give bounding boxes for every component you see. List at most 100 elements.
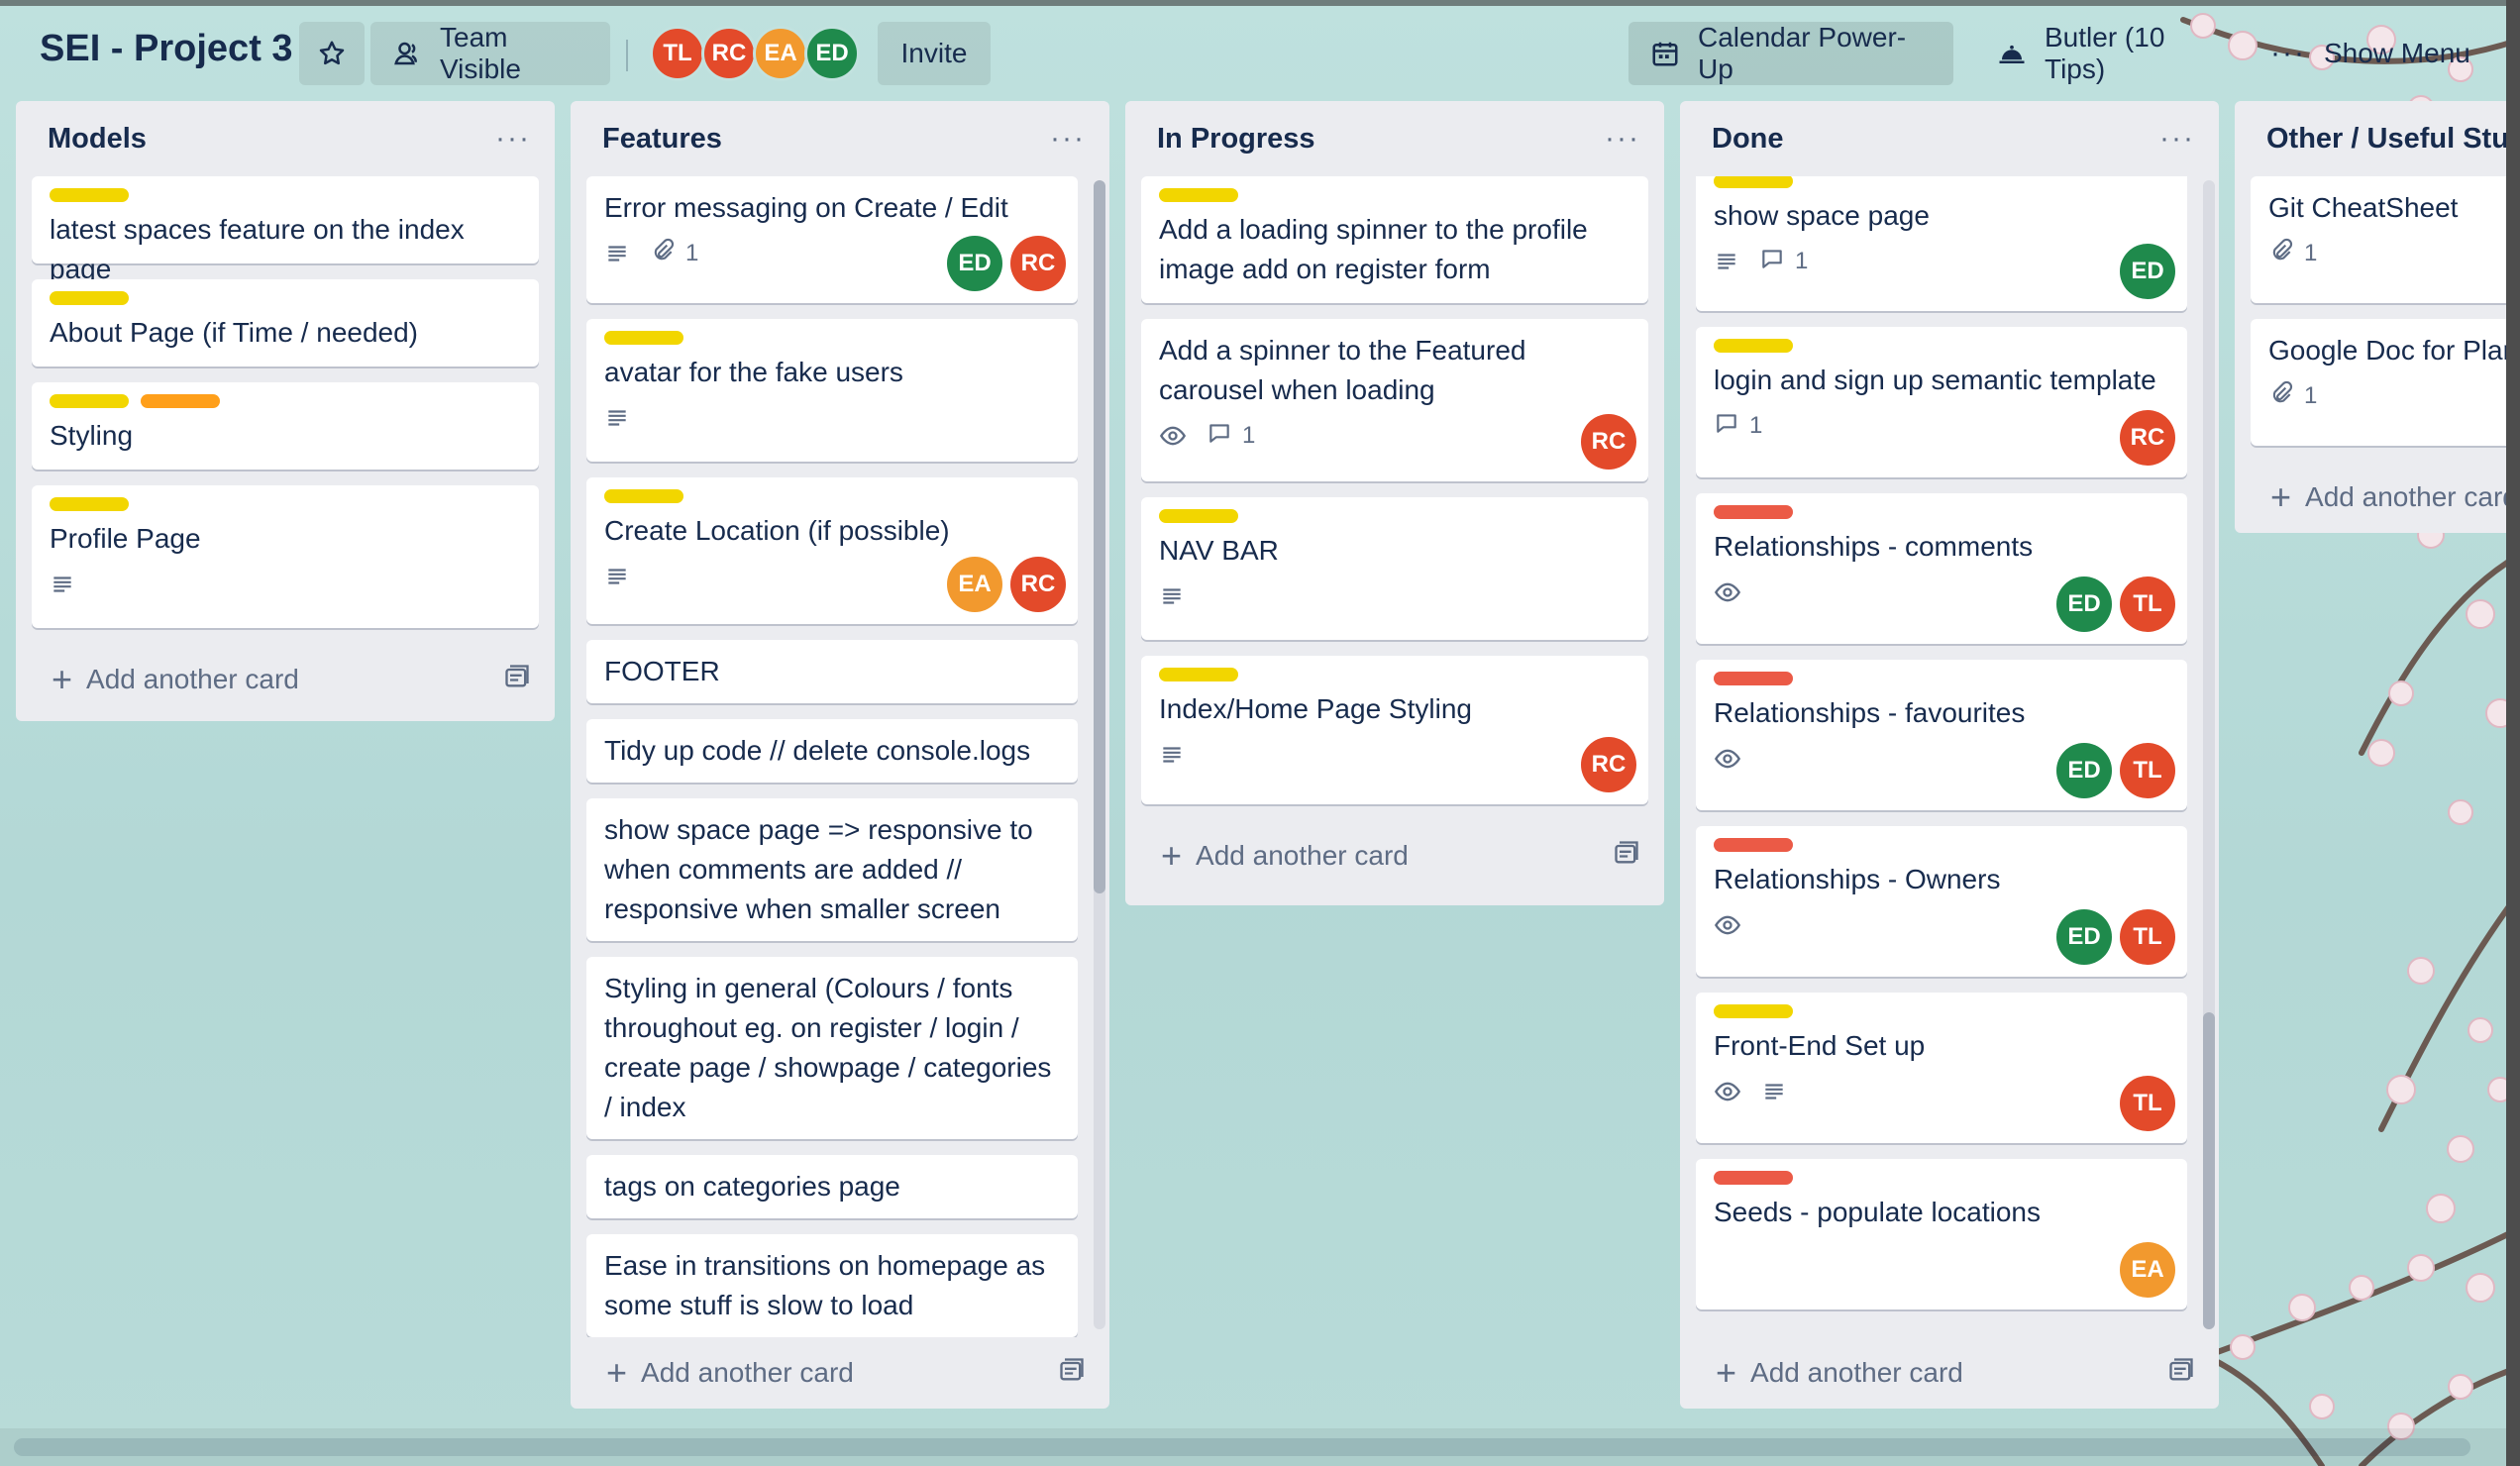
card-member-avatar[interactable]: RC (1581, 414, 1636, 470)
card[interactable]: Seeds - populate locations EA (1696, 1159, 2187, 1309)
list-scrollbar[interactable] (1094, 180, 1105, 1329)
card[interactable]: Relationships - comments ED TL (1696, 493, 2187, 644)
card[interactable]: Profile Page (32, 485, 539, 628)
card[interactable]: show space page => responsive to when co… (586, 798, 1078, 941)
member-avatar-rc[interactable]: RC (701, 26, 757, 81)
card-member-avatar[interactable]: RC (2120, 410, 2175, 466)
card-member-avatar[interactable]: RC (1010, 236, 1066, 291)
list-menu-icon[interactable]: ··· (495, 122, 531, 156)
list-title[interactable]: Models (48, 123, 147, 156)
card-member-avatar[interactable]: TL (2120, 576, 2175, 632)
team-icon (392, 39, 422, 68)
card-template-icon[interactable] (1613, 839, 1640, 874)
card-member-avatar[interactable]: RC (1581, 737, 1636, 792)
card[interactable]: FOOTER (586, 640, 1078, 703)
board-scrollbar-thumb[interactable] (14, 1438, 2470, 1456)
comment-icon (1759, 246, 1785, 278)
label-red (1714, 838, 1793, 852)
card[interactable]: Add a loading spinner to the profile ima… (1141, 176, 1648, 303)
list-title[interactable]: In Progress (1157, 123, 1315, 156)
card[interactable]: Front-End Set up TL (1696, 993, 2187, 1143)
show-menu-button[interactable]: ··· Show Menu (2249, 22, 2494, 85)
card[interactable]: Error messaging on Create / Edit 1 ED RC (586, 176, 1078, 303)
description-icon (1159, 583, 1185, 609)
card[interactable]: Index/Home Page Styling RC (1141, 656, 1648, 804)
card[interactable]: Google Doc for Planning 1 (2251, 319, 2506, 446)
add-card-button[interactable]: + Add another card (2235, 462, 2506, 533)
description-icon (1761, 1079, 1787, 1104)
invite-button[interactable]: Invite (878, 22, 991, 85)
window-right-edge (2506, 0, 2520, 1466)
list-title[interactable]: Features (602, 123, 722, 156)
add-card-button[interactable]: + Add another card (1680, 1337, 2219, 1409)
card-member-avatar[interactable]: ED (2120, 244, 2175, 299)
comment-icon (1714, 410, 1739, 443)
list-menu-icon[interactable]: ··· (2159, 122, 2195, 156)
card-title: Styling in general (Colours / fonts thro… (604, 973, 1052, 1122)
list-scrollbar[interactable] (2203, 180, 2215, 1329)
card[interactable]: Styling (32, 382, 539, 470)
member-avatar-ed[interactable]: ED (804, 26, 860, 81)
header-divider (626, 40, 628, 71)
attachment-badge: 1 (2268, 380, 2317, 413)
calendar-powerup-button[interactable]: Calendar Power-Up (1628, 22, 1953, 85)
card[interactable]: login and sign up semantic template 1 RC (1696, 327, 2187, 477)
add-card-button[interactable]: + Add another card (16, 644, 555, 715)
label-yellow (1714, 176, 1793, 188)
card-member-avatar[interactable]: ED (2056, 909, 2112, 965)
description-icon (50, 572, 75, 597)
card-member-avatar[interactable]: TL (2120, 909, 2175, 965)
plus-icon: + (606, 1352, 628, 1393)
card-member-avatar[interactable]: TL (2120, 743, 2175, 798)
list-models: Models ··· latest spaces feature on the … (16, 101, 555, 721)
card[interactable]: tags on categories page (586, 1155, 1078, 1218)
butler-label: Butler (10 Tips) (2045, 22, 2165, 84)
card-title: NAV BAR (1159, 535, 1279, 566)
card-member-avatar[interactable]: RC (1010, 557, 1066, 612)
card[interactable]: About Page (if Time / needed) (32, 279, 539, 366)
add-card-button[interactable]: + Add another card (571, 1337, 1109, 1409)
list-scrollbar-thumb[interactable] (1094, 180, 1105, 893)
card-member-avatar[interactable]: EA (947, 557, 1002, 612)
list-menu-icon[interactable]: ··· (1605, 122, 1640, 156)
card-template-icon[interactable] (503, 663, 531, 697)
card-template-icon[interactable] (1058, 1356, 1086, 1391)
card[interactable]: Add a spinner to the Featured carousel w… (1141, 319, 1648, 481)
card[interactable]: Relationships - favourites ED TL (1696, 660, 2187, 810)
attachment-badge: 1 (2268, 238, 2317, 270)
card[interactable]: Relationships - Owners ED TL (1696, 826, 2187, 977)
board-horizontal-scrollbar[interactable] (0, 1428, 2520, 1466)
member-avatar-tl[interactable]: TL (650, 26, 705, 81)
butler-button[interactable]: Butler (10 Tips) (1975, 22, 2233, 85)
card-title: Ease in transitions on homepage as some … (604, 1250, 1046, 1320)
card-template-icon[interactable] (2167, 1356, 2195, 1391)
card[interactable]: NAV BAR (1141, 497, 1648, 640)
list-menu-icon[interactable]: ··· (1050, 122, 1086, 156)
add-card-label: Add another card (641, 1357, 854, 1388)
comment-badge: 1 (1759, 246, 1808, 278)
card[interactable]: show space page 1 ED (1696, 176, 2187, 311)
list-title[interactable]: Other / Useful Stuff (2266, 123, 2506, 156)
card[interactable]: latest spaces feature on the index page (32, 176, 539, 284)
card[interactable]: Git CheatSheet 1 (2251, 176, 2506, 303)
card[interactable]: Ease in transitions on homepage as some … (586, 1234, 1078, 1337)
attachment-badge: 1 (650, 238, 698, 270)
add-card-button[interactable]: + Add another card (1125, 820, 1664, 891)
member-avatar-ea[interactable]: EA (753, 26, 808, 81)
label-yellow (1714, 339, 1793, 353)
card[interactable]: Create Location (if possible) EA RC (586, 477, 1078, 624)
card[interactable]: Tidy up code // delete console.logs (586, 719, 1078, 783)
visibility-button[interactable]: Team Visible (370, 22, 610, 85)
card-member-avatar[interactable]: ED (947, 236, 1002, 291)
card-member-avatar[interactable]: ED (2056, 576, 2112, 632)
list-scrollbar-thumb[interactable] (2203, 1012, 2215, 1329)
list-title[interactable]: Done (1712, 123, 1784, 156)
board-title[interactable]: SEI - Project 3 (40, 28, 293, 70)
card[interactable]: avatar for the fake users (586, 319, 1078, 462)
card-member-avatar[interactable]: ED (2056, 743, 2112, 798)
star-button[interactable] (299, 22, 365, 85)
card-member-avatar[interactable]: EA (2120, 1242, 2175, 1298)
card[interactable]: Styling in general (Colours / fonts thro… (586, 957, 1078, 1139)
card-member-avatar[interactable]: TL (2120, 1076, 2175, 1131)
card-title: Create Location (if possible) (604, 515, 950, 546)
